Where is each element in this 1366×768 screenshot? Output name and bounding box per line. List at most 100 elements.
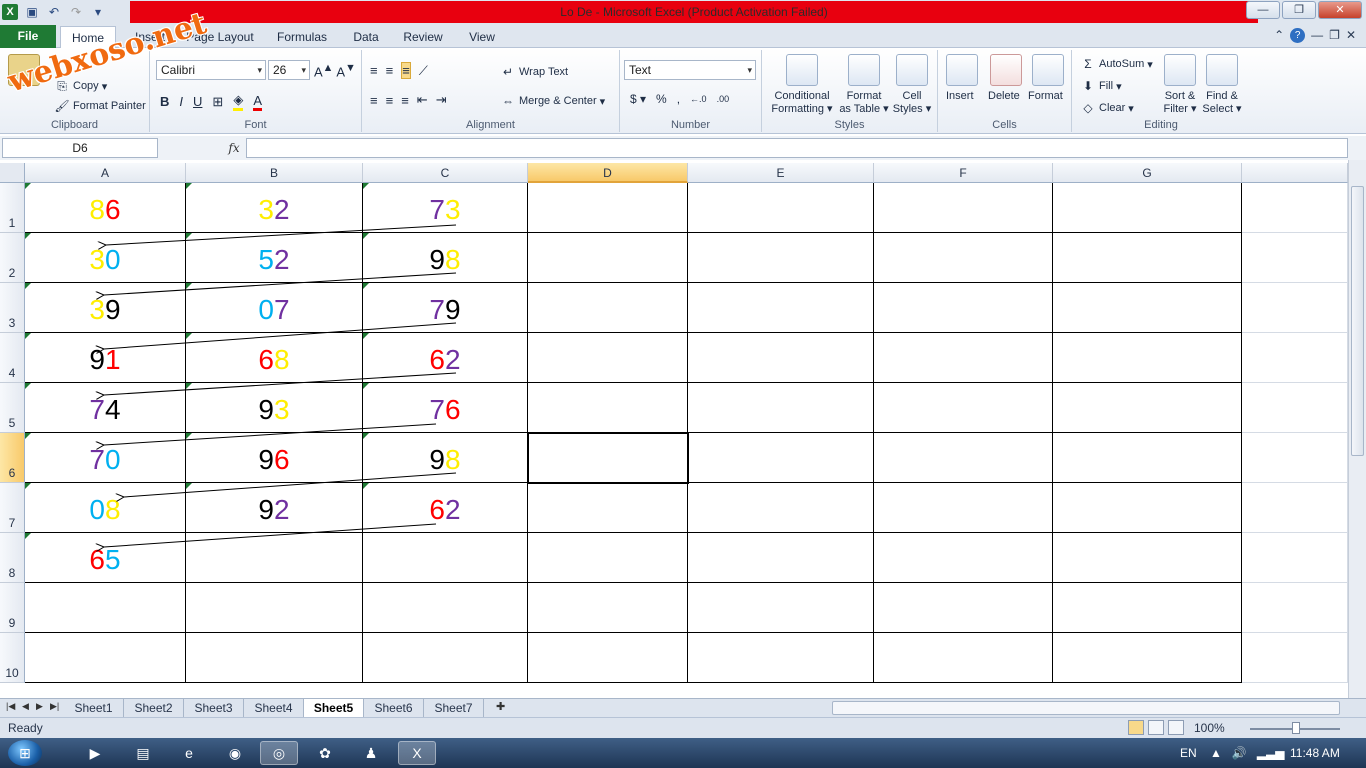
bold-icon[interactable]: B	[160, 94, 169, 109]
horizontal-scrollbar[interactable]	[832, 701, 1340, 715]
save-icon[interactable]: ▣	[24, 4, 40, 20]
cell-e8[interactable]	[688, 533, 874, 583]
font-name-combo[interactable]: Calibri	[156, 60, 266, 80]
help-icon[interactable]: ?	[1290, 28, 1306, 43]
cell-a3[interactable]: 39	[25, 283, 186, 333]
column-header-a[interactable]: A	[25, 163, 186, 183]
tab-formulas[interactable]: Formulas	[272, 26, 332, 48]
format-as-table-button[interactable]: Format as Table ▾	[838, 90, 890, 115]
align-top-icon[interactable]: ≡	[370, 63, 378, 78]
row-header-1[interactable]: 1	[0, 183, 25, 233]
cell-e1[interactable]	[688, 183, 874, 233]
workbook-close-icon[interactable]: ✕	[1346, 28, 1356, 43]
first-sheet-icon[interactable]: |◀	[6, 701, 15, 712]
sheet-tab-sheet2[interactable]: Sheet2	[124, 699, 184, 717]
app3-icon[interactable]: ♟	[352, 741, 390, 765]
decrease-indent-icon[interactable]: ⇤	[417, 92, 428, 108]
cell-a6[interactable]: 70	[25, 433, 186, 483]
row-header-2[interactable]: 2	[0, 233, 25, 283]
cell-h3[interactable]	[1242, 283, 1348, 333]
row-header-7[interactable]: 7	[0, 483, 25, 533]
cell-e4[interactable]	[688, 333, 874, 383]
cell-h1[interactable]	[1242, 183, 1348, 233]
cell-e3[interactable]	[688, 283, 874, 333]
name-box[interactable]: D6	[2, 138, 158, 158]
redo-icon[interactable]: ↷	[68, 4, 84, 20]
cell-b1[interactable]: 32	[186, 183, 363, 233]
cell-c8[interactable]	[363, 533, 528, 583]
tab-file[interactable]: File	[0, 25, 56, 48]
cell-b6[interactable]: 96	[186, 433, 363, 483]
cell-g3[interactable]	[1053, 283, 1242, 333]
fill-button[interactable]: Fill	[1099, 80, 1113, 92]
align-middle-icon[interactable]: ≡	[386, 63, 394, 78]
row-header-3[interactable]: 3	[0, 283, 25, 333]
vertical-scrollbar[interactable]	[1348, 160, 1366, 698]
cell-f7[interactable]	[874, 483, 1053, 533]
close-button[interactable]: ✕	[1318, 1, 1362, 19]
cell-a7[interactable]: 08	[25, 483, 186, 533]
cell-f10[interactable]	[874, 633, 1053, 683]
cell-f5[interactable]	[874, 383, 1053, 433]
minimize-button[interactable]: —	[1246, 1, 1280, 19]
percent-icon[interactable]: %	[656, 92, 667, 106]
font-color-icon[interactable]: A	[253, 93, 262, 111]
align-left-icon[interactable]: ≡	[370, 93, 378, 108]
cell-g10[interactable]	[1053, 633, 1242, 683]
workbook-minimize-icon[interactable]: —	[1311, 28, 1323, 43]
cell-h2[interactable]	[1242, 233, 1348, 283]
cell-h10[interactable]	[1242, 633, 1348, 683]
insert-cells-icon[interactable]	[946, 54, 978, 86]
app-icon[interactable]: ◎	[260, 741, 298, 765]
comma-icon[interactable]: ,	[677, 92, 680, 106]
insert-function-icon[interactable]: fx	[224, 138, 244, 158]
cell-d5[interactable]	[528, 383, 688, 433]
wrap-text-button[interactable]: Wrap Text	[519, 66, 568, 78]
row-header-6[interactable]: 6	[0, 433, 25, 483]
cell-a9[interactable]	[25, 583, 186, 633]
align-center-icon[interactable]: ≡	[386, 93, 394, 108]
cell-d3[interactable]	[528, 283, 688, 333]
row-header-5[interactable]: 5	[0, 383, 25, 433]
chrome-icon[interactable]: ◉	[216, 741, 254, 765]
find-select-button[interactable]: Find & Select ▾	[1202, 90, 1242, 115]
clear-button[interactable]: Clear	[1099, 102, 1125, 114]
cell-g1[interactable]	[1053, 183, 1242, 233]
cell-b5[interactable]: 93	[186, 383, 363, 433]
increase-indent-icon[interactable]: ⇥	[436, 92, 447, 108]
insert-cells-button[interactable]: Insert	[946, 90, 974, 102]
workbook-restore-icon[interactable]: ❐	[1329, 28, 1340, 43]
format-cells-button[interactable]: Format	[1028, 90, 1063, 102]
shrink-font-icon[interactable]: A▼	[336, 62, 355, 79]
column-header-e[interactable]: E	[688, 163, 874, 183]
delete-cells-icon[interactable]	[990, 54, 1022, 86]
sheet-tab-sheet4[interactable]: Sheet4	[244, 699, 304, 717]
sheet-tab-sheet5[interactable]: Sheet5	[304, 699, 364, 717]
cell-b9[interactable]	[186, 583, 363, 633]
cell-e6[interactable]	[688, 433, 874, 483]
cell-c5[interactable]: 76	[363, 383, 528, 433]
font-size-combo[interactable]: 26	[268, 60, 310, 80]
cell-h8[interactable]	[1242, 533, 1348, 583]
autosum-button[interactable]: AutoSum	[1099, 58, 1144, 70]
insert-sheet-icon[interactable]: ✚	[496, 700, 505, 713]
column-header-d[interactable]: D	[528, 163, 688, 183]
cell-g5[interactable]	[1053, 383, 1242, 433]
cell-f1[interactable]	[874, 183, 1053, 233]
cell-h7[interactable]	[1242, 483, 1348, 533]
minimize-ribbon-icon[interactable]: ⌃	[1274, 28, 1284, 43]
restore-button[interactable]: ❐	[1282, 1, 1316, 19]
cell-e7[interactable]	[688, 483, 874, 533]
cell-d1[interactable]	[528, 183, 688, 233]
next-sheet-icon[interactable]: ▶	[36, 701, 43, 712]
cell-a8[interactable]: 65	[25, 533, 186, 583]
cell-g8[interactable]	[1053, 533, 1242, 583]
align-bottom-icon[interactable]: ≡	[401, 62, 411, 79]
cell-d4[interactable]	[528, 333, 688, 383]
row-header-8[interactable]: 8	[0, 533, 25, 583]
cell-e9[interactable]	[688, 583, 874, 633]
find-select-icon[interactable]	[1206, 54, 1238, 86]
tray-arrow-icon[interactable]: ▲	[1210, 746, 1222, 760]
excel-taskbar-icon[interactable]: X	[398, 741, 436, 765]
cell-a1[interactable]: 86	[25, 183, 186, 233]
